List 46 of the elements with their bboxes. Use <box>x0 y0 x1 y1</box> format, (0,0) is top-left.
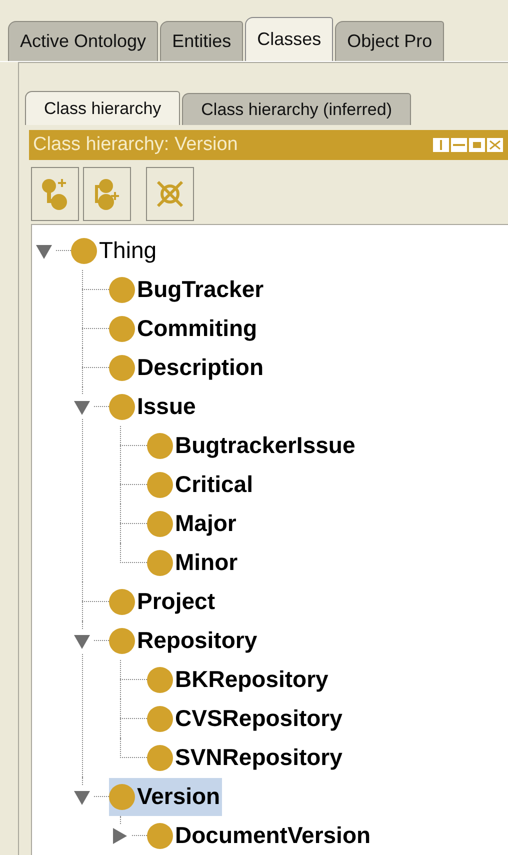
collapse-toggle-icon[interactable] <box>111 826 129 844</box>
tab[interactable]: Entities <box>160 21 244 61</box>
tab[interactable]: Object Pro <box>335 21 444 61</box>
tree-item[interactable]: Issue <box>109 388 198 426</box>
tree-item[interactable]: Project <box>109 582 217 620</box>
tree-item[interactable]: Major <box>147 504 238 542</box>
class-icon <box>147 510 173 536</box>
delete-class-button[interactable] <box>146 167 194 221</box>
tree-item[interactable]: SVNRepository <box>147 738 344 776</box>
tree-item[interactable]: CVSRepository <box>147 700 344 738</box>
class-icon <box>109 628 135 654</box>
class-icon <box>109 276 135 302</box>
class-icon <box>109 394 135 420</box>
class-icon <box>147 432 173 458</box>
tree-item[interactable]: Repository <box>109 622 260 660</box>
class-icon <box>147 822 173 848</box>
class-icon <box>71 238 97 264</box>
class-icon <box>147 706 173 732</box>
view-tab[interactable]: Class hierarchy <box>25 91 180 125</box>
tree-item[interactable]: BKRepository <box>147 660 330 698</box>
view-title: Class hierarchy: Version <box>33 134 238 156</box>
class-icon <box>147 666 173 692</box>
tab[interactable]: Classes <box>245 17 334 61</box>
tree-item[interactable]: Version <box>109 778 222 816</box>
class-icon <box>147 550 173 576</box>
tree-item[interactable]: BugtrackerIssue <box>147 426 358 464</box>
tree-item[interactable]: Critical <box>147 466 255 504</box>
add-subclass-button[interactable] <box>31 167 79 221</box>
class-icon <box>109 354 135 380</box>
tree-item[interactable]: DocumentVersion <box>147 816 373 854</box>
class-icon <box>109 588 135 614</box>
add-sibling-icon <box>93 177 121 211</box>
delete-class-icon <box>155 179 185 209</box>
tree-item[interactable]: Thing <box>71 232 159 270</box>
add-sibling-button[interactable] <box>83 167 131 221</box>
tree-item[interactable]: Minor <box>147 544 240 582</box>
class-icon <box>147 472 173 498</box>
tree-item[interactable]: BugTracker <box>109 270 266 308</box>
tree-item[interactable]: Description <box>109 348 266 386</box>
view-tab[interactable]: Class hierarchy (inferred) <box>182 93 411 125</box>
tree-item[interactable]: Commiting <box>109 310 260 348</box>
tab[interactable]: Active Ontology <box>8 21 158 61</box>
add-subclass-icon <box>41 177 69 211</box>
class-icon <box>109 316 135 342</box>
class-icon <box>147 744 173 770</box>
class-icon <box>109 784 135 810</box>
